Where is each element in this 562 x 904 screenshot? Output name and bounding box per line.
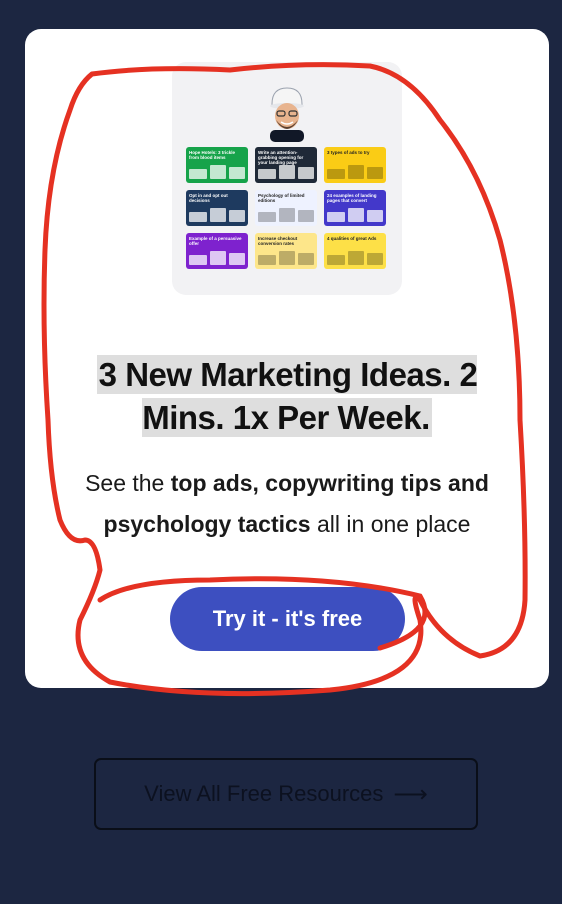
thumbnail-card: Psychology of limited editions xyxy=(255,190,317,226)
thumbnail-graphic xyxy=(327,212,345,222)
thumbnail-graphic xyxy=(189,255,207,265)
avatar-illustration xyxy=(270,87,304,142)
thumbnail-title: Example of a persuasive offer xyxy=(189,236,242,246)
thumbnail-card: Write an attention-grabbing opening for … xyxy=(255,147,317,183)
promo-card: Hope Hotels: 3 trickle from blood items W… xyxy=(25,29,549,688)
thumbnail-card: Increase checkout conversion rates xyxy=(255,233,317,269)
thumbnail-graphic xyxy=(298,253,314,265)
thumbnail-graphic xyxy=(367,167,383,179)
thumbnail-graphic xyxy=(279,251,295,265)
thumbnail-graphic xyxy=(348,165,364,179)
thumbnail-card: Hope Hotels: 3 trickle from blood items xyxy=(186,147,248,183)
thumbnail-graphic xyxy=(189,169,207,179)
thumbnail-graphic xyxy=(210,165,226,179)
thumbnail-graphic xyxy=(348,251,364,265)
thumbnail-card: Example of a persuasive offer xyxy=(186,233,248,269)
thumbnail-card: 24 examples of landing pages that conver… xyxy=(324,190,386,226)
thumbnail-graphic xyxy=(229,167,245,179)
thumbnail-graphic xyxy=(229,253,245,265)
thumbnail-graphic xyxy=(298,210,314,222)
try-free-button[interactable]: Try it - it's free xyxy=(170,587,405,651)
thumbnail-graphic xyxy=(189,212,207,222)
thumbnail-card: 4 qualities of great Ads xyxy=(324,233,386,269)
thumbnail-graphic xyxy=(298,167,314,179)
thumbnail-title: Psychology of limited editions xyxy=(258,193,305,203)
thumbnail-title: Increase checkout conversion rates xyxy=(258,236,298,246)
thumbnail-graphic xyxy=(258,212,276,222)
thumbnail-graphic xyxy=(279,208,295,222)
thumbnail-graphic xyxy=(229,210,245,222)
thumbnail-graphic xyxy=(367,253,383,265)
thumbnail-title: Write an attention-grabbing opening for … xyxy=(258,150,304,165)
thumbnail-graphic xyxy=(327,169,345,179)
thumbnail-graphic xyxy=(258,169,276,179)
description: See the top ads, copywriting tips and ps… xyxy=(85,470,489,537)
thumbnail-title: Opt in and opt out decisions xyxy=(189,193,228,203)
thumbnail-graphic xyxy=(279,165,295,179)
thumbnail-card: 3 types of ads to try xyxy=(324,147,386,183)
thumbnail-grid: Hope Hotels: 3 trickle from blood items W… xyxy=(186,147,388,269)
thumbnail-title: 24 examples of landing pages that conver… xyxy=(327,193,377,203)
view-all-resources-button[interactable]: View All Free Resources ⟶ xyxy=(94,758,478,830)
thumbnail-graphic xyxy=(210,208,226,222)
thumbnail-card: Opt in and opt out decisions xyxy=(186,190,248,226)
thumbnail-graphic xyxy=(210,251,226,265)
thumbnail-title: 3 types of ads to try xyxy=(327,150,370,155)
thumbnail-graphic xyxy=(258,255,276,265)
hero-image: Hope Hotels: 3 trickle from blood items W… xyxy=(172,62,402,295)
view-all-label: View All Free Resources xyxy=(144,781,384,806)
thumbnail-graphic xyxy=(348,208,364,222)
arrow-right-icon: ⟶ xyxy=(393,780,428,808)
thumbnail-title: 4 qualities of great Ads xyxy=(327,236,377,241)
headline: 3 New Marketing Ideas. 2 Mins. 1x Per We… xyxy=(96,355,478,437)
thumbnail-title: Hope Hotels: 3 trickle from blood items xyxy=(189,150,236,160)
thumbnail-graphic xyxy=(327,255,345,265)
thumbnail-graphic xyxy=(367,210,383,222)
